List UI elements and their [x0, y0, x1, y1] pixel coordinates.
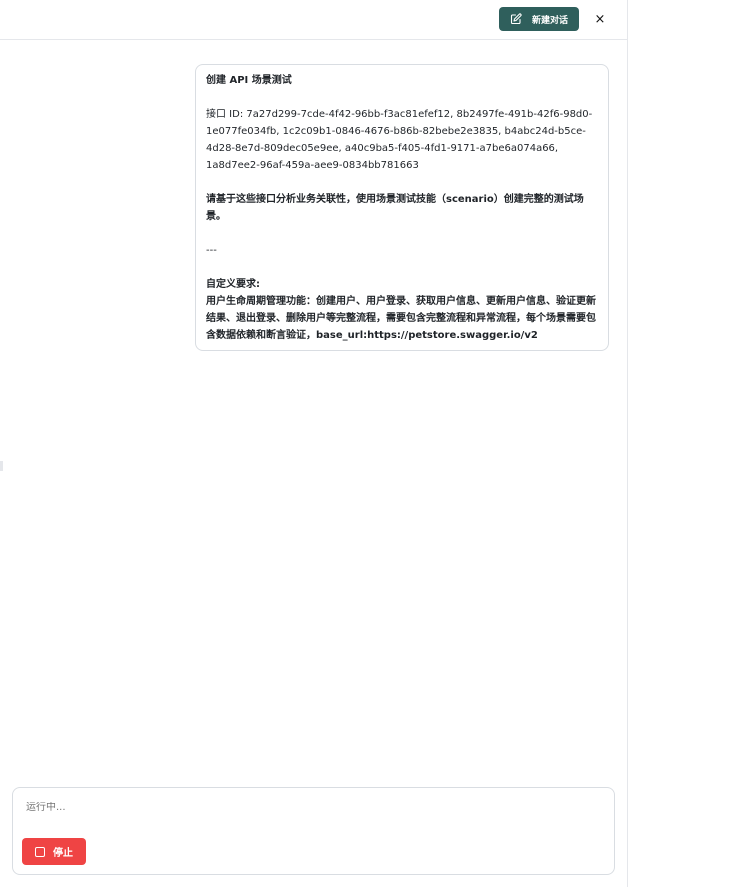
- new-chat-label: 新建对话: [531, 15, 568, 26]
- edit-icon: [510, 13, 522, 25]
- message-interface-ids: 接口 ID: 7a27d299-7cde-4f42-96bb-f3ac81efe…: [206, 109, 593, 171]
- composer-box: 停止: [12, 787, 615, 875]
- new-chat-button[interactable]: 新建对话: [499, 7, 579, 31]
- close-icon: ×: [594, 11, 606, 27]
- user-message-bubble: 创建 API 场景测试 接口 ID: 7a27d299-7cde-4f42-96…: [195, 64, 609, 351]
- message-custom-label: 自定义要求:: [206, 279, 260, 290]
- chat-panel: 新建对话 × 创建 API 场景测试 接口 ID: 7a27d299-7cde-…: [0, 0, 628, 887]
- panel-edge-marker: [0, 461, 3, 471]
- close-button[interactable]: ×: [592, 9, 608, 29]
- stop-square-icon: [35, 846, 45, 857]
- stop-label: 停止: [53, 848, 73, 859]
- stop-button[interactable]: 停止: [22, 838, 86, 865]
- right-side-panel: [628, 0, 731, 887]
- message-separator: ---: [206, 245, 217, 256]
- message-instruction: 请基于这些接口分析业务关联性，使用场景测试技能（scenario）创建完整的测试…: [206, 194, 584, 222]
- chat-header: 新建对话 ×: [0, 0, 628, 40]
- composer-input[interactable]: [26, 802, 586, 813]
- message-custom-body: 用户生命周期管理功能：创建用户、用户登录、获取用户信息、更新用户信息、验证更新结…: [206, 296, 596, 341]
- message-title: 创建 API 场景测试: [206, 75, 292, 86]
